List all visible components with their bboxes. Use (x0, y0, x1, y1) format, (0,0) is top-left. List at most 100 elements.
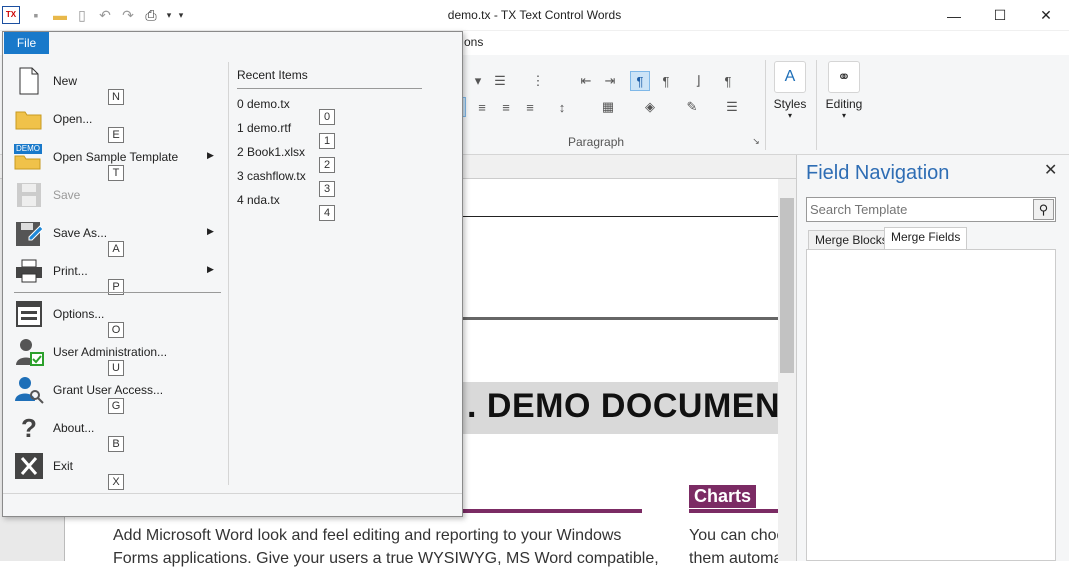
list-dropdown-icon[interactable]: ▾ (468, 71, 488, 91)
recent-item[interactable]: 3 cashflow.tx (237, 169, 306, 183)
quick-open-icon[interactable]: ▬ (51, 6, 69, 24)
ribbon-tab-partial[interactable]: ons (464, 35, 483, 49)
menu-separator (14, 292, 221, 293)
demo-badge: DEMO (14, 144, 42, 154)
new-document-icon (14, 66, 44, 96)
submenu-arrow-icon: ▶ (207, 226, 214, 236)
menu-label: Save (53, 188, 81, 202)
styles-icon: A (774, 61, 806, 93)
scrollbar-thumb[interactable] (780, 198, 794, 373)
file-tab[interactable]: File (4, 32, 49, 54)
menu-label: Options... (53, 307, 105, 321)
maximize-button[interactable]: ☐ (977, 0, 1023, 31)
menu-label: New (53, 74, 78, 88)
tab-merge-fields[interactable]: Merge Fields (884, 227, 968, 250)
paragraph-style-icon[interactable]: ☰ (722, 97, 742, 117)
recent-item[interactable]: 4 nda.tx (237, 193, 280, 207)
submenu-arrow-icon: ▶ (207, 150, 214, 160)
increase-indent-icon[interactable]: ⇥ (600, 71, 620, 91)
ltr-paragraph-icon[interactable]: ¶ (630, 71, 650, 91)
document-body-text: Add Microsoft Word look and feel editing… (113, 524, 659, 570)
binoculars-icon: ⚭ (828, 61, 860, 93)
highlight-icon[interactable]: ✎ (682, 97, 702, 117)
styles-label: Styles (773, 97, 807, 111)
section-rule (462, 317, 778, 320)
borders-icon[interactable]: ▦ (598, 97, 618, 117)
save-as-icon (14, 218, 44, 248)
access-key: X (108, 474, 124, 490)
undo-icon[interactable]: ↶ (96, 6, 114, 24)
menu-label: Open... (53, 112, 93, 126)
search-icon[interactable]: ⚲ (1033, 199, 1054, 220)
numbered-list-icon[interactable]: ☰ (490, 71, 510, 91)
body-line: Add Microsoft Word look and feel editing… (113, 527, 622, 544)
paragraph-dialog-launcher-icon[interactable]: ↘ (750, 135, 762, 147)
menu-label: Save As... (53, 226, 108, 240)
shading-icon[interactable]: ◈ (640, 97, 660, 117)
justify-icon[interactable]: ≡ (520, 97, 540, 117)
quick-save-icon[interactable]: ▪ (27, 6, 45, 24)
ribbon-divider (765, 60, 766, 150)
search-input[interactable] (810, 199, 1032, 220)
submenu-arrow-icon: ▶ (207, 264, 214, 274)
redo-icon[interactable]: ↷ (119, 6, 137, 24)
grant-access-icon (14, 375, 44, 405)
menu-label: User Administration... (53, 345, 168, 359)
close-icon[interactable]: ✕ (1044, 160, 1057, 180)
line-spacing-icon[interactable]: ↕ (552, 97, 572, 117)
search-box: ⚲ (806, 197, 1056, 222)
body-line: Forms applications. Give your users a tr… (113, 550, 659, 567)
page-break-icon[interactable]: ⌋ (688, 71, 708, 91)
charts-underline (689, 509, 778, 513)
save-icon (14, 180, 44, 210)
multilevel-list-icon[interactable]: ⋮ (528, 71, 548, 91)
styles-button[interactable]: A Styles ▾ (770, 61, 810, 120)
charts-body-text: You can choo them automa (689, 524, 778, 570)
rtl-paragraph-icon[interactable]: ¶ (656, 71, 676, 91)
demo-template-icon: DEMO (14, 142, 44, 172)
section-underline (462, 509, 642, 513)
user-admin-icon (14, 337, 44, 367)
recent-item[interactable]: 0 demo.tx (237, 97, 290, 111)
tab-merge-blocks[interactable]: Merge Blocks (808, 230, 895, 249)
menu-item-save[interactable]: Save (14, 178, 224, 214)
menu-label: Exit (53, 459, 74, 473)
open-folder-icon (14, 104, 44, 134)
chevron-down-icon: ▾ (787, 111, 792, 120)
recent-item[interactable]: 1 demo.rtf (237, 121, 291, 135)
access-key: 1 (319, 133, 335, 149)
recent-items-heading: Recent Items (237, 68, 308, 82)
customize-qat-icon[interactable]: ▾ (172, 6, 190, 24)
chevron-down-icon: ▾ (841, 111, 846, 120)
access-key: 4 (319, 205, 335, 221)
menu-footer-divider (3, 493, 462, 494)
print-icon (14, 256, 44, 286)
editing-button[interactable]: ⚭ Editing ▾ (824, 61, 864, 120)
quick-new-icon[interactable]: ▯ (73, 6, 91, 24)
document-heading: . DEMO DOCUMEN (467, 387, 780, 425)
editing-label: Editing (825, 97, 863, 111)
access-key: 0 (319, 109, 335, 125)
recent-items-divider (237, 88, 422, 89)
exit-icon (14, 451, 44, 481)
options-icon (14, 299, 44, 329)
decrease-indent-icon[interactable]: ⇤ (576, 71, 596, 91)
show-marks-icon[interactable]: ¶ (718, 71, 738, 91)
header-rule (462, 216, 778, 217)
menu-label: About... (53, 421, 95, 435)
quick-print-icon[interactable]: ⎙ (142, 6, 160, 24)
recent-item[interactable]: 2 Book1.xlsx (237, 145, 305, 159)
paragraph-group-label: Paragraph (568, 135, 625, 149)
merge-fields-list[interactable] (806, 249, 1056, 561)
help-icon: ? (21, 412, 37, 443)
charts-heading: Charts (689, 485, 757, 508)
align-right-icon[interactable]: ≡ (496, 97, 516, 117)
app-icon[interactable]: TX (2, 6, 20, 24)
align-center-icon[interactable]: ≡ (472, 97, 492, 117)
body-line: You can choo (689, 527, 778, 544)
panel-title: Field Navigation (806, 162, 950, 184)
minimize-button[interactable]: — (931, 0, 977, 31)
access-key: 3 (319, 181, 335, 197)
menu-label: Grant User Access... (53, 383, 164, 397)
close-window-button[interactable]: ✕ (1023, 0, 1069, 31)
